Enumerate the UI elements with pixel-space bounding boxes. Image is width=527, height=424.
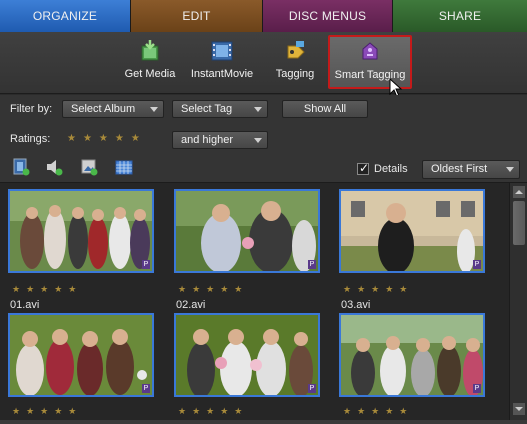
scroll-down-button[interactable]: [513, 403, 525, 415]
calendar-view-icon[interactable]: [115, 158, 133, 176]
check-icon: ✓: [359, 161, 370, 175]
person-badge: P: [142, 260, 150, 269]
album-select[interactable]: Select Album: [62, 100, 164, 118]
chevron-down-icon: [150, 107, 158, 112]
clip-name: 03.avi: [341, 299, 371, 311]
tag-select[interactable]: Select Tag: [172, 100, 268, 118]
chevron-down-icon: [506, 167, 514, 172]
tag-select-value: Select Tag: [181, 103, 233, 115]
panel-resize-handle[interactable]: [0, 420, 527, 424]
get-media-button[interactable]: Get Media: [122, 40, 178, 80]
person-badge: P: [473, 260, 481, 269]
chevron-down-icon: [515, 407, 523, 411]
sort-order-value: Oldest First: [431, 163, 488, 175]
chevron-up-icon: [515, 190, 523, 194]
video-thumbnail[interactable]: P: [174, 189, 320, 273]
tagging-label: Tagging: [275, 68, 315, 80]
tab-organize[interactable]: ORGANIZE: [0, 0, 131, 32]
get-media-label: Get Media: [124, 68, 176, 80]
person-badge: P: [473, 384, 481, 393]
photo-group-bouquets: [176, 315, 318, 395]
clip-name: 02.avi: [176, 299, 206, 311]
tag-icon: [287, 41, 305, 59]
rating-filter-stars[interactable]: ★★★★★: [67, 133, 147, 144]
video-thumbnail[interactable]: P: [339, 189, 485, 273]
tab-disc-menus[interactable]: DISC MENUS: [263, 0, 393, 32]
photo-crowd-flowers: [10, 315, 152, 395]
show-video-icon[interactable]: [12, 158, 30, 176]
media-grid: P ★★★★★ 01.avi P ★★★★★ 02.avi P ★★★★★ 03…: [0, 183, 509, 420]
scroll-thumb[interactable]: [513, 201, 525, 245]
rating-stars[interactable]: ★★★★★: [12, 406, 82, 417]
show-all-button[interactable]: Show All: [282, 100, 368, 118]
rating-stars[interactable]: ★★★★★: [343, 284, 413, 295]
chevron-down-icon: [254, 107, 262, 112]
sort-order-select[interactable]: Oldest First: [422, 160, 520, 179]
tab-share[interactable]: SHARE: [393, 0, 527, 32]
show-images-icon[interactable]: [80, 158, 98, 176]
person-badge: P: [308, 384, 316, 393]
video-thumbnail[interactable]: P: [8, 313, 154, 397]
rating-stars[interactable]: ★★★★★: [178, 284, 248, 295]
photo-outdoor-gathering: [341, 315, 483, 395]
instant-movie-button[interactable]: InstantMovie: [188, 40, 256, 80]
photo-people-talking: [176, 191, 318, 271]
show-audio-icon[interactable]: [45, 158, 63, 176]
photo-people-group: [10, 191, 152, 271]
video-thumbnail[interactable]: P: [8, 189, 154, 273]
person-badge: P: [142, 384, 150, 393]
film-download-icon: [141, 40, 159, 61]
album-select-value: Select Album: [71, 103, 136, 115]
photo-woman-building: [341, 191, 483, 271]
smart-tag-icon: [362, 42, 378, 60]
chevron-down-icon: [254, 138, 262, 143]
clip-name: 01.avi: [10, 299, 40, 311]
vertical-scrollbar[interactable]: [509, 183, 527, 420]
rating-mode-select[interactable]: and higher: [172, 131, 268, 149]
rating-stars[interactable]: ★★★★★: [178, 406, 248, 417]
rating-stars[interactable]: ★★★★★: [343, 406, 413, 417]
person-badge: P: [308, 260, 316, 269]
scroll-up-button[interactable]: [513, 186, 525, 198]
ratings-label: Ratings:: [10, 133, 51, 145]
rating-stars[interactable]: ★★★★★: [12, 284, 82, 295]
details-label: Details: [374, 163, 408, 175]
tab-edit[interactable]: EDIT: [131, 0, 263, 32]
instant-movie-label: InstantMovie: [190, 68, 254, 80]
video-thumbnail[interactable]: P: [339, 313, 485, 397]
rating-mode-value: and higher: [181, 134, 233, 146]
details-checkbox[interactable]: ✓: [357, 161, 370, 175]
filter-panel: Filter by: Select Album Select Tag Show …: [0, 95, 527, 151]
video-thumbnail[interactable]: P: [174, 313, 320, 397]
workspace-tabs: ORGANIZE EDIT DISC MENUS SHARE: [0, 0, 527, 32]
organize-toolbar: Get Media InstantMovie Tagging Smart Tag…: [0, 32, 527, 98]
film-strip-icon: [211, 41, 233, 61]
filter-by-label: Filter by:: [10, 103, 53, 115]
tagging-button[interactable]: Tagging: [273, 40, 317, 80]
